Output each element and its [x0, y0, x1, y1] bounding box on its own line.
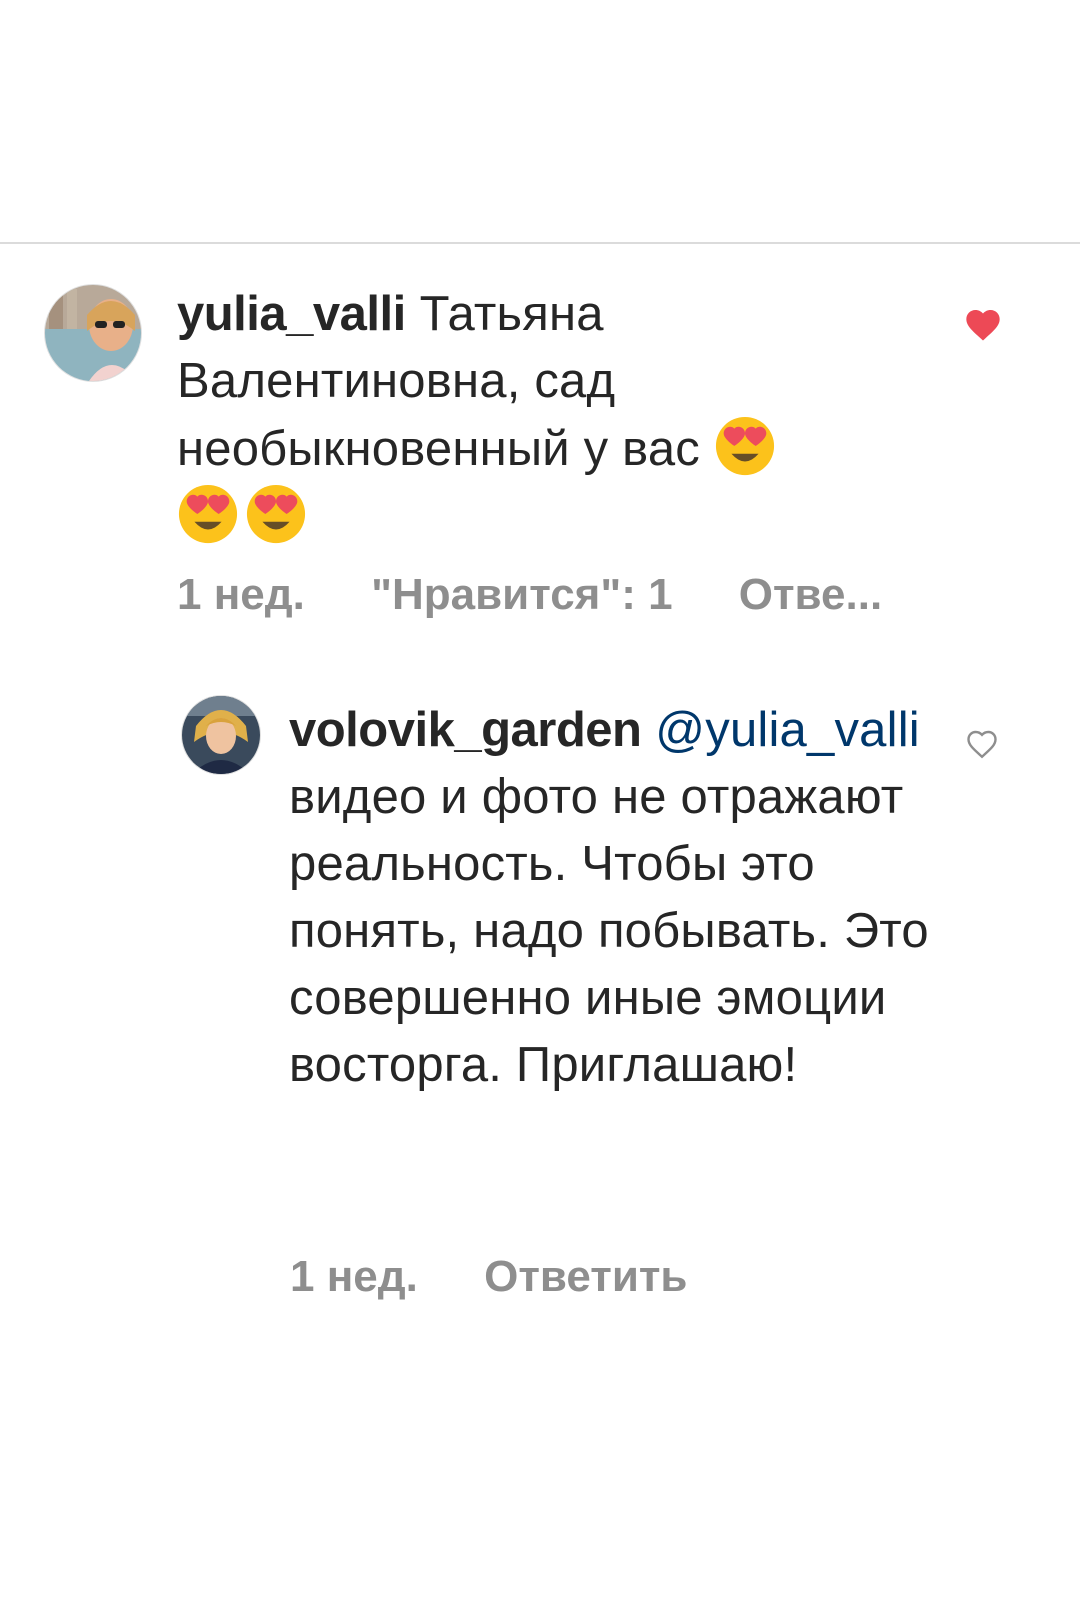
reply-meta-row: 1 нед. Ответить: [290, 1252, 741, 1302]
heart-eyes-emoji-icon: [715, 416, 774, 476]
heart-outline-icon[interactable]: [964, 726, 1000, 762]
avatar-yulia-valli[interactable]: [44, 284, 142, 382]
reply-text: видео и фото не отражают реальность. Что…: [289, 770, 929, 1092]
comment-username[interactable]: yulia_valli: [177, 287, 406, 341]
reply-button[interactable]: Отве...: [739, 570, 882, 619]
reply-button[interactable]: Ответить: [484, 1252, 687, 1301]
avatar-volovik-garden[interactable]: [181, 695, 261, 775]
comment-meta-row: 1 нед. "Нравится": 1 Отве...: [177, 570, 936, 620]
comment-volovik-garden: volovik_garden @yulia_valli видео и фото…: [0, 640, 1080, 1340]
reply-text-block: volovik_garden @yulia_valli видео и фото…: [289, 697, 929, 1099]
comment-text-block: yulia_valli Татьяна Валентиновна, сад не…: [177, 281, 937, 551]
likes-count-link[interactable]: "Нравится": 1: [371, 570, 672, 619]
heart-eyes-emoji-icon: [178, 484, 238, 544]
comment-yulia-valli: yulia_valli Татьяна Валентиновна, сад не…: [0, 0, 1080, 640]
avatar-photo: [45, 285, 141, 381]
heart-filled-icon[interactable]: [963, 305, 1003, 345]
avatar-photo: [182, 696, 260, 774]
comment-timestamp: 1 нед.: [177, 570, 305, 619]
mention-link[interactable]: @yulia_valli: [655, 703, 920, 757]
reply-timestamp: 1 нед.: [290, 1252, 418, 1301]
heart-eyes-emoji-icon: [246, 484, 306, 544]
reply-username[interactable]: volovik_garden: [289, 703, 642, 757]
